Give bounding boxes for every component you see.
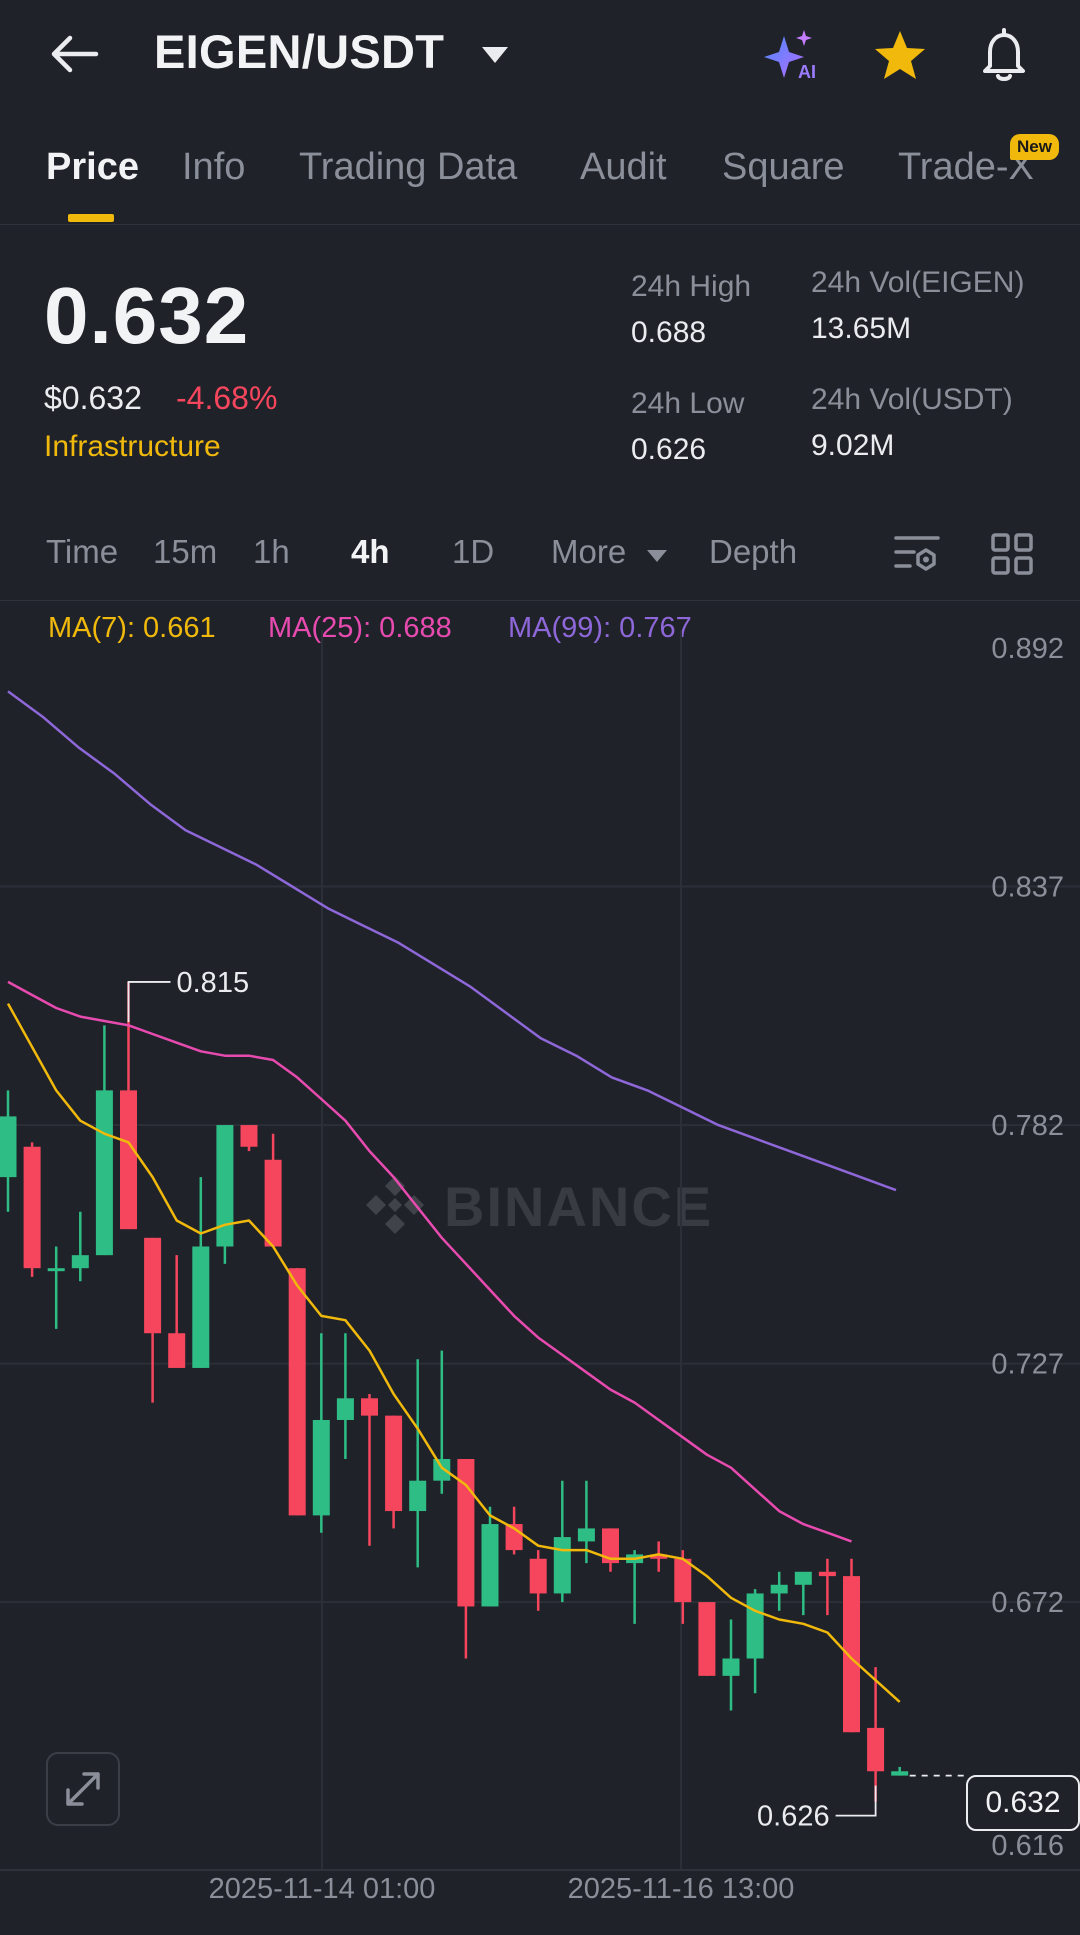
- y-tick-label: 0.782: [991, 1110, 1064, 1142]
- candle-body: [336, 1398, 354, 1420]
- y-tick-label: 0.837: [991, 872, 1064, 904]
- expand-chart-icon[interactable]: [46, 1752, 120, 1826]
- candle-body: [168, 1333, 186, 1368]
- caret-down-icon[interactable]: [646, 548, 668, 564]
- candles: [0, 981, 909, 1802]
- ai-sparkle-icon[interactable]: AI: [764, 28, 824, 84]
- stat-24h-high-value: 0.688: [631, 316, 707, 349]
- candle-body: [312, 1419, 330, 1516]
- y-tick-label: 0.892: [991, 633, 1064, 665]
- stat-24h-high-label: 24h High: [631, 270, 752, 303]
- candle-body: [409, 1480, 427, 1512]
- candle-body: [71, 1255, 89, 1269]
- y-axis: 0.892 0.837 0.782 0.727 0.672 0.616: [991, 633, 1064, 1862]
- ma25-line: [7, 980, 852, 1543]
- candle-body: [529, 1558, 547, 1594]
- x-tick-label: 2025-11-14 01:00: [209, 1873, 436, 1905]
- high-marker-line: [127, 981, 171, 1022]
- candle-body: [144, 1237, 162, 1334]
- candle-body: [867, 1727, 885, 1772]
- interval-depth[interactable]: Depth: [709, 533, 797, 571]
- ma7-line: [6, 1002, 901, 1703]
- caret-down-icon[interactable]: [480, 44, 510, 66]
- interval-more[interactable]: More: [551, 533, 626, 571]
- tab-info[interactable]: Info: [182, 146, 245, 189]
- candle-body: [577, 1528, 595, 1542]
- interval-4h[interactable]: 4h: [351, 533, 390, 571]
- candle-body: [264, 1159, 282, 1247]
- x-axis: 2025-11-14 01:00 2025-11-16 13:00: [209, 1873, 795, 1905]
- svg-text:AI: AI: [798, 62, 816, 82]
- interval-15m[interactable]: 15m: [153, 533, 217, 571]
- candle-body: [0, 1116, 17, 1178]
- stat-24h-low-value: 0.626: [631, 433, 707, 466]
- interval-time[interactable]: Time: [46, 533, 118, 571]
- price-change: -4.68%: [176, 380, 278, 416]
- tab-audit[interactable]: Audit: [580, 146, 667, 189]
- x-tick-label: 2025-11-16 13:00: [568, 1873, 795, 1905]
- candle-body: [794, 1571, 812, 1585]
- ma99-line: [7, 690, 897, 1192]
- tab-square[interactable]: Square: [722, 146, 845, 189]
- candle-body: [361, 1398, 378, 1416]
- low-marker-line: [835, 1785, 877, 1817]
- header-bar: EIGEN/USDT AI: [0, 0, 1080, 112]
- candle-body: [891, 1771, 909, 1776]
- current-price-tag: 0.632: [966, 1775, 1080, 1831]
- candle-body: [120, 1090, 137, 1230]
- y-tick-label: 0.727: [991, 1349, 1064, 1381]
- price-markers: 0.815 0.626: [127, 967, 964, 1833]
- candle-body: [818, 1571, 836, 1577]
- bell-icon[interactable]: [976, 26, 1032, 84]
- candle-body: [47, 1268, 65, 1272]
- stat-24h-vol-base-label: 24h Vol(EIGEN): [811, 266, 1025, 299]
- candle-body: [746, 1593, 764, 1659]
- grid-layout-icon[interactable]: [990, 532, 1034, 576]
- low-marker-label: 0.626: [757, 1801, 830, 1833]
- indicator-settings-icon[interactable]: [892, 530, 942, 578]
- high-marker-label: 0.815: [177, 967, 250, 999]
- stat-24h-vol-base-value: 13.65M: [811, 312, 912, 345]
- stat-24h-low-label: 24h Low: [631, 387, 745, 420]
- candle-body: [698, 1602, 716, 1676]
- chart-grid: [0, 630, 1080, 1871]
- y-tick-label: 0.672: [991, 1587, 1064, 1619]
- candle-body: [23, 1146, 41, 1269]
- candle-body: [674, 1558, 692, 1603]
- category-tag[interactable]: Infrastructure: [44, 430, 221, 464]
- candle-body: [385, 1415, 403, 1512]
- candle-body: [722, 1658, 740, 1676]
- stat-24h-vol-quote-label: 24h Vol(USDT): [811, 383, 1013, 416]
- ma-lines: [6, 690, 901, 1703]
- candle-body: [770, 1584, 788, 1594]
- new-badge: New: [1010, 134, 1059, 160]
- candle-body: [240, 1125, 258, 1147]
- stat-24h-vol-quote-value: 9.02M: [811, 429, 895, 462]
- last-price: 0.632: [44, 271, 250, 360]
- candle-body: [433, 1459, 451, 1481]
- star-icon[interactable]: [872, 28, 928, 84]
- interval-1h[interactable]: 1h: [253, 533, 290, 571]
- candle-body: [843, 1576, 860, 1733]
- candle-body: [553, 1537, 571, 1594]
- y-tick-label: 0.616: [991, 1830, 1064, 1862]
- detail-tabs: Price Info Trading Data Audit Square Tra…: [0, 130, 1080, 225]
- candle-body: [192, 1246, 210, 1368]
- pair-title[interactable]: EIGEN/USDT: [154, 24, 444, 79]
- candle-body: [216, 1125, 234, 1247]
- candle-body: [288, 1268, 306, 1516]
- interval-1d[interactable]: 1D: [452, 533, 494, 571]
- candle-body: [95, 1090, 113, 1256]
- candlestick-chart[interactable]: 0.892 0.837 0.782 0.727 0.672 0.616 2025-11-1…: [0, 600, 1080, 1910]
- active-tab-indicator: [68, 214, 114, 222]
- tab-price[interactable]: Price: [46, 146, 139, 189]
- candle-body: [481, 1524, 499, 1607]
- tab-trading-data[interactable]: Trading Data: [299, 146, 517, 189]
- arrow-left-icon[interactable]: [46, 30, 102, 78]
- price-usd: $0.632: [44, 380, 142, 416]
